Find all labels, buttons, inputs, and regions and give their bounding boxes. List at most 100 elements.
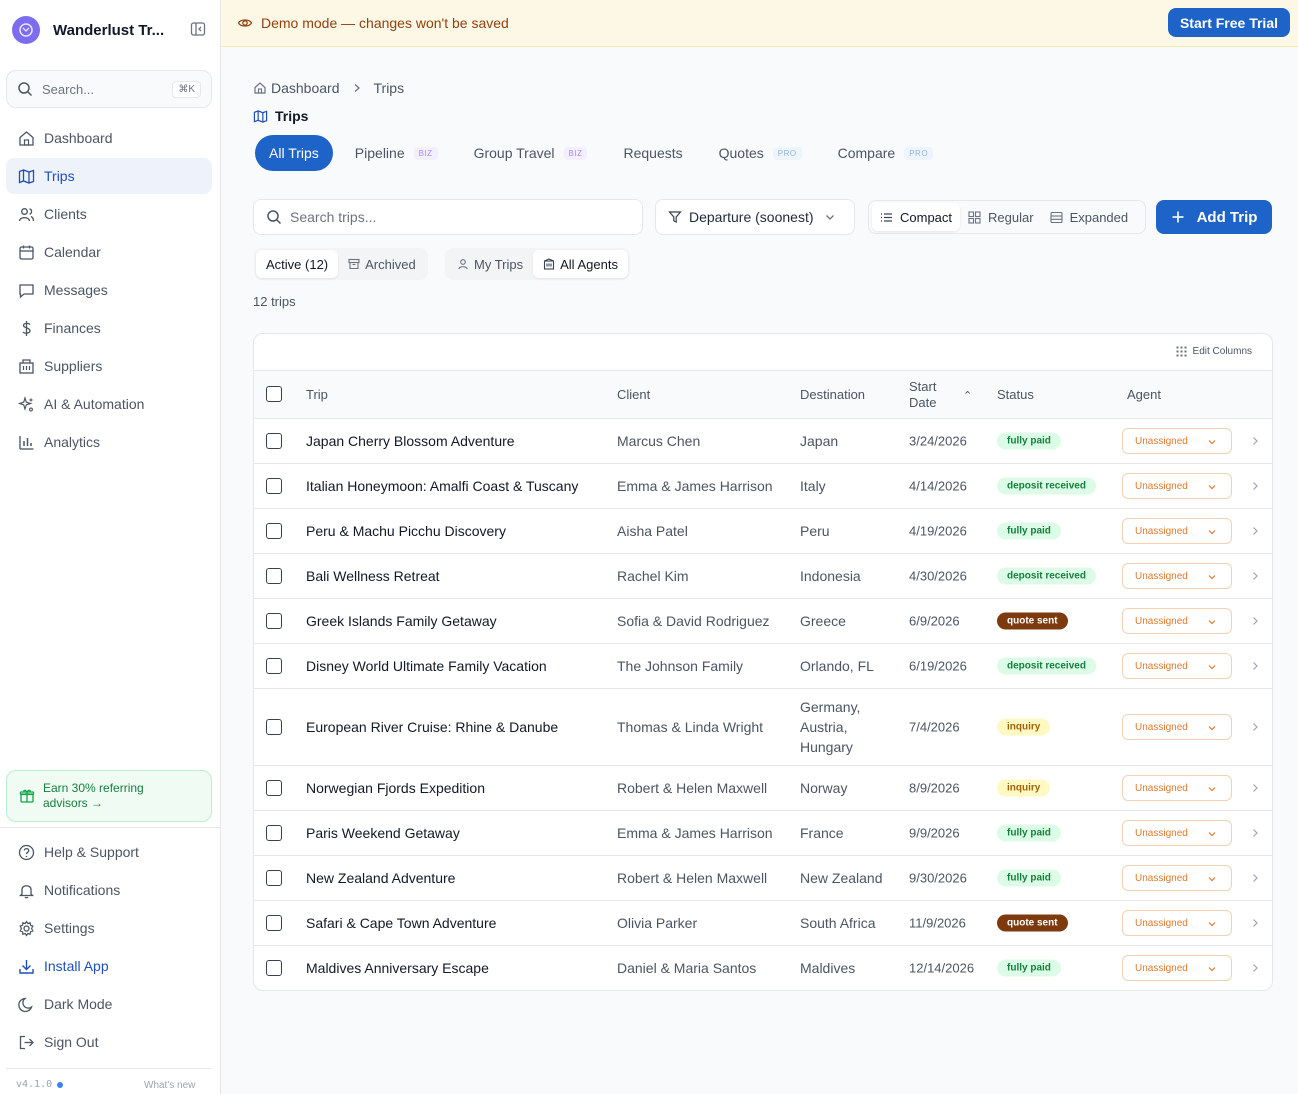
trip-name[interactable]: Disney World Ultimate Family Vacation bbox=[306, 658, 547, 674]
collapse-sidebar-icon[interactable] bbox=[190, 21, 208, 39]
row-checkbox[interactable] bbox=[266, 959, 282, 976]
tab-requests[interactable]: Requests bbox=[609, 135, 696, 171]
sidebar-item-sign-out[interactable]: Sign Out bbox=[6, 1024, 212, 1060]
table-row[interactable]: Maldives Anniversary Escape Daniel & Mari… bbox=[254, 946, 1272, 990]
tab-all-trips[interactable]: All Trips bbox=[255, 135, 333, 171]
header-start-date[interactable]: Start Date bbox=[909, 379, 936, 411]
trip-name[interactable]: Greek Islands Family Getaway bbox=[306, 613, 497, 629]
trip-search-input[interactable]: Search trips... bbox=[253, 199, 643, 235]
row-checkbox[interactable] bbox=[266, 432, 282, 449]
density-compact[interactable]: Compact bbox=[872, 203, 961, 231]
table-row[interactable]: European River Cruise: Rhine & Danube Tho… bbox=[254, 689, 1272, 766]
sidebar-item-notifications[interactable]: Notifications bbox=[6, 872, 212, 908]
agent-select[interactable]: Unassigned bbox=[1122, 865, 1232, 891]
chevron-right-icon[interactable] bbox=[1250, 436, 1260, 446]
sidebar-item-analytics[interactable]: Analytics bbox=[6, 424, 212, 460]
chevron-right-icon[interactable] bbox=[1250, 481, 1260, 491]
agent-select[interactable]: Unassigned bbox=[1122, 820, 1232, 846]
trip-name[interactable]: Maldives Anniversary Escape bbox=[306, 960, 489, 976]
row-checkbox[interactable] bbox=[266, 567, 282, 584]
tab-group-travel[interactable]: Group Travel BIZ bbox=[460, 135, 602, 171]
header-trip[interactable]: Trip bbox=[306, 387, 328, 402]
filter-all-agents[interactable]: All Agents bbox=[533, 250, 628, 278]
row-checkbox[interactable] bbox=[266, 522, 282, 539]
row-checkbox[interactable] bbox=[266, 657, 282, 674]
header-status[interactable]: Status bbox=[997, 387, 1034, 402]
sidebar-item-dashboard[interactable]: Dashboard bbox=[6, 120, 212, 156]
sort-ascending-icon[interactable]: ⌃ bbox=[963, 389, 972, 402]
tab-compare[interactable]: Compare PRO bbox=[824, 135, 947, 171]
trip-name[interactable]: Italian Honeymoon: Amalfi Coast & Tuscan… bbox=[306, 478, 578, 494]
agent-select[interactable]: Unassigned bbox=[1122, 608, 1232, 634]
row-checkbox[interactable] bbox=[266, 824, 282, 841]
sidebar-item-clients[interactable]: Clients bbox=[6, 196, 212, 232]
row-checkbox[interactable] bbox=[266, 477, 282, 494]
global-search[interactable]: Search... ⌘K bbox=[6, 70, 212, 108]
chevron-right-icon[interactable] bbox=[1250, 918, 1260, 928]
sidebar-item-dark-mode[interactable]: Dark Mode bbox=[6, 986, 212, 1022]
breadcrumb-dashboard[interactable]: Dashboard bbox=[271, 80, 340, 96]
filter-archived[interactable]: Archived bbox=[338, 250, 426, 278]
referral-banner[interactable]: Earn 30% referring advisors → bbox=[6, 770, 212, 822]
agent-select[interactable]: Unassigned bbox=[1122, 653, 1232, 679]
row-checkbox[interactable] bbox=[266, 914, 282, 931]
table-row[interactable]: Peru & Machu Picchu Discovery Aisha Patel… bbox=[254, 509, 1272, 554]
agent-select[interactable]: Unassigned bbox=[1122, 428, 1232, 454]
start-free-trial-button[interactable]: Start Free Trial bbox=[1167, 8, 1290, 37]
agent-select[interactable]: Unassigned bbox=[1122, 518, 1232, 544]
select-all-checkbox[interactable] bbox=[266, 386, 282, 402]
table-row[interactable]: Safari & Cape Town Adventure Olivia Parke… bbox=[254, 901, 1272, 946]
table-row[interactable]: Greek Islands Family Getaway Sofia & Davi… bbox=[254, 599, 1272, 644]
chevron-right-icon[interactable] bbox=[1250, 526, 1260, 536]
sidebar-item-trips[interactable]: Trips bbox=[6, 158, 212, 194]
density-expanded[interactable]: Expanded bbox=[1042, 203, 1137, 231]
agent-select[interactable]: Unassigned bbox=[1122, 714, 1232, 740]
trip-name[interactable]: Paris Weekend Getaway bbox=[306, 825, 460, 841]
trip-name[interactable]: Norwegian Fjords Expedition bbox=[306, 780, 485, 796]
trip-name[interactable]: European River Cruise: Rhine & Danube bbox=[306, 719, 558, 735]
trip-name[interactable]: Safari & Cape Town Adventure bbox=[306, 915, 496, 931]
chevron-right-icon[interactable] bbox=[1250, 873, 1260, 883]
tab-quotes[interactable]: Quotes PRO bbox=[705, 135, 816, 171]
table-row[interactable]: Paris Weekend Getaway Emma & James Harris… bbox=[254, 811, 1272, 856]
header-destination[interactable]: Destination bbox=[800, 387, 865, 402]
chevron-right-icon[interactable] bbox=[1250, 616, 1260, 626]
agent-select[interactable]: Unassigned bbox=[1122, 563, 1232, 589]
sidebar-item-help-support[interactable]: Help & Support bbox=[6, 834, 212, 870]
tab-pipeline[interactable]: Pipeline BIZ bbox=[341, 135, 452, 171]
row-checkbox[interactable] bbox=[266, 779, 282, 796]
table-row[interactable]: Italian Honeymoon: Amalfi Coast & Tuscan… bbox=[254, 464, 1272, 509]
edit-columns-button[interactable]: Edit Columns bbox=[1176, 346, 1252, 357]
sidebar-item-install-app[interactable]: Install App bbox=[6, 948, 212, 984]
chevron-right-icon[interactable] bbox=[1250, 963, 1260, 973]
brand[interactable]: Wanderlust Tr... bbox=[12, 14, 212, 46]
sidebar-item-ai-automation[interactable]: AI & Automation bbox=[6, 386, 212, 422]
sidebar-item-finances[interactable]: Finances bbox=[6, 310, 212, 346]
chevron-right-icon[interactable] bbox=[1250, 571, 1260, 581]
agent-select[interactable]: Unassigned bbox=[1122, 775, 1232, 801]
chevron-right-icon[interactable] bbox=[1250, 828, 1260, 838]
sidebar-item-calendar[interactable]: Calendar bbox=[6, 234, 212, 270]
agent-select[interactable]: Unassigned bbox=[1122, 955, 1232, 981]
trip-name[interactable]: Peru & Machu Picchu Discovery bbox=[306, 523, 506, 539]
sort-select[interactable]: Departure (soonest) bbox=[655, 199, 855, 235]
table-row[interactable]: Japan Cherry Blossom Adventure Marcus Che… bbox=[254, 419, 1272, 464]
sidebar-item-settings[interactable]: Settings bbox=[6, 910, 212, 946]
filter-my-trips[interactable]: My Trips bbox=[447, 250, 533, 278]
table-row[interactable]: Bali Wellness Retreat Rachel Kim Indonesia… bbox=[254, 554, 1272, 599]
table-row[interactable]: New Zealand Adventure Robert & Helen Maxw… bbox=[254, 856, 1272, 901]
trip-name[interactable]: Bali Wellness Retreat bbox=[306, 568, 440, 584]
filter-active[interactable]: Active (12) bbox=[256, 250, 339, 278]
chevron-right-icon[interactable] bbox=[1250, 661, 1260, 671]
sidebar-item-suppliers[interactable]: Suppliers bbox=[6, 348, 212, 384]
row-checkbox[interactable] bbox=[266, 869, 282, 886]
trip-name[interactable]: Japan Cherry Blossom Adventure bbox=[306, 433, 515, 449]
row-checkbox[interactable] bbox=[266, 718, 282, 735]
chevron-right-icon[interactable] bbox=[1250, 783, 1260, 793]
table-row[interactable]: Norwegian Fjords Expedition Robert & Hele… bbox=[254, 766, 1272, 811]
chevron-right-icon[interactable] bbox=[1250, 722, 1260, 732]
table-row[interactable]: Disney World Ultimate Family Vacation The… bbox=[254, 644, 1272, 689]
density-regular[interactable]: Regular bbox=[960, 203, 1042, 231]
row-checkbox[interactable] bbox=[266, 612, 282, 629]
header-agent[interactable]: Agent bbox=[1127, 387, 1161, 402]
